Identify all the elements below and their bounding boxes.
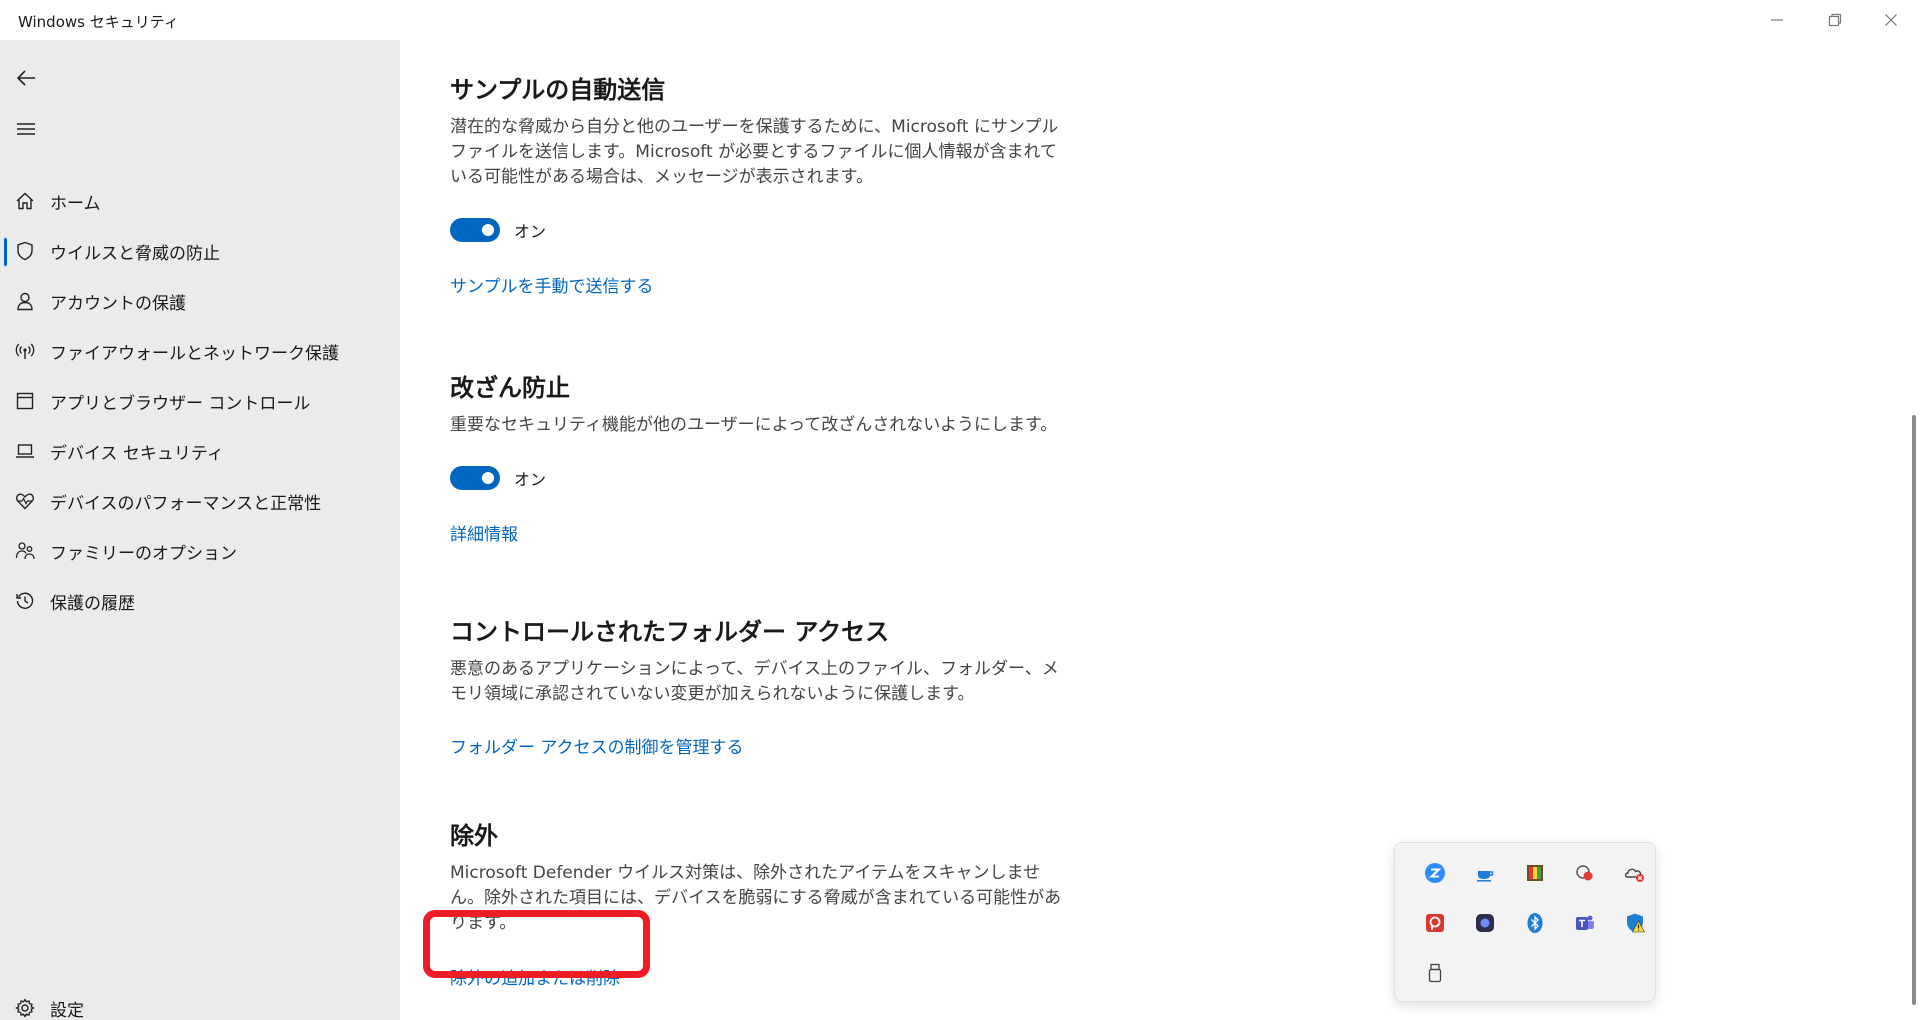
sidebar-item-label: 保護の履歴 <box>50 593 135 614</box>
tamper-protection-toggle[interactable] <box>450 466 500 490</box>
minimize-button[interactable] <box>1748 0 1806 40</box>
toggle-row: オン <box>450 466 1070 490</box>
controlled-folder-access-section: コントロールされたフォルダー アクセス 悪意のあるアプリケーションによって、デバ… <box>450 612 1070 758</box>
hamburger-icon <box>17 123 35 135</box>
tray-overflow-flyout <box>1394 842 1656 1002</box>
onedrive-error-icon[interactable] <box>1623 861 1647 885</box>
window-title: Windows セキュリティ <box>18 13 179 31</box>
history-icon <box>14 590 36 612</box>
submit-sample-manually-link[interactable]: サンプルを手動で送信する <box>450 272 654 297</box>
browser-window-icon <box>14 390 36 412</box>
teams-icon[interactable] <box>1573 911 1597 935</box>
app-icon[interactable] <box>1473 911 1497 935</box>
settings-label: 設定 <box>50 1000 84 1020</box>
sidebar-item-family-options[interactable]: ファミリーのオプション <box>0 526 400 576</box>
scrollbar[interactable] <box>1912 415 1916 1005</box>
sidebar-item-protection-history[interactable]: 保護の履歴 <box>0 576 400 626</box>
wireless-signal-icon <box>14 340 36 362</box>
shield-icon <box>14 240 36 262</box>
sidebar-item-virus-protection[interactable]: ウイルスと脅威の防止 <box>0 226 400 276</box>
laptop-icon <box>14 440 36 462</box>
camera-record-icon[interactable] <box>1573 861 1597 885</box>
title-bar: Windows セキュリティ <box>0 0 1920 40</box>
toggle-row: オン <box>450 218 1070 242</box>
home-icon <box>14 190 36 212</box>
section-description: 潜在的な脅威から自分と他のユーザーを保護するために、Microsoft にサンプ… <box>450 117 1059 187</box>
sidebar-item-label: ウイルスと脅威の防止 <box>50 243 220 264</box>
sidebar-item-label: ホーム <box>50 193 101 214</box>
sidebar: ホーム ウイルスと脅威の防止 アカウントの保護 ファイアウォールとネットワーク保… <box>0 40 400 1020</box>
powerpoint-icon[interactable] <box>1423 911 1447 935</box>
toggle-label: オン <box>514 222 547 241</box>
main-content: サンプルの自動送信 潜在的な脅威から自分と他のユーザーを保護するために、Micr… <box>400 40 1920 1020</box>
close-button[interactable] <box>1862 0 1920 40</box>
sidebar-item-firewall[interactable]: ファイアウォールとネットワーク保護 <box>0 326 400 376</box>
close-icon <box>1885 14 1897 26</box>
coffee-icon[interactable] <box>1473 861 1497 885</box>
section-description: 重要なセキュリティ機能が他のユーザーによって改ざんされないようにします。 <box>450 415 1058 435</box>
bluetooth-icon[interactable] <box>1523 911 1547 935</box>
family-icon <box>14 540 36 562</box>
sample-submission-section: サンプルの自動送信 潜在的な脅威から自分と他のユーザーを保護するために、Micr… <box>450 70 1070 297</box>
minimize-icon <box>1771 19 1783 21</box>
section-title: サンプルの自動送信 <box>450 76 666 104</box>
heart-pulse-icon <box>14 490 36 512</box>
person-icon <box>14 290 36 312</box>
menu-button[interactable] <box>12 115 40 143</box>
restore-button[interactable] <box>1806 0 1864 40</box>
sidebar-item-label: ファイアウォールとネットワーク保護 <box>50 343 339 364</box>
sidebar-item-label: ファミリーのオプション <box>50 543 237 564</box>
section-title: 除外 <box>450 822 498 850</box>
toggle-label: オン <box>514 470 547 489</box>
gear-icon <box>14 997 36 1019</box>
sample-submission-toggle[interactable] <box>450 218 500 242</box>
palette-icon[interactable] <box>1523 861 1547 885</box>
defender-warning-icon[interactable] <box>1623 911 1647 935</box>
sidebar-item-app-browser-control[interactable]: アプリとブラウザー コントロール <box>0 376 400 426</box>
section-title: コントロールされたフォルダー アクセス <box>450 618 890 646</box>
sidebar-item-label: アカウントの保護 <box>50 293 186 314</box>
section-title: 改ざん防止 <box>450 374 570 402</box>
sidebar-item-label: アプリとブラウザー コントロール <box>50 393 311 414</box>
restore-icon <box>1828 13 1842 27</box>
zoom-icon[interactable] <box>1423 861 1447 885</box>
manage-folder-access-link[interactable]: フォルダー アクセスの制御を管理する <box>450 733 744 758</box>
section-description: 悪意のあるアプリケーションによって、デバイス上のファイル、フォルダー、メモリ領域… <box>450 659 1059 704</box>
sidebar-item-device-performance[interactable]: デバイスのパフォーマンスと正常性 <box>0 476 400 526</box>
sidebar-item-settings[interactable]: 設定 <box>0 986 400 1020</box>
back-arrow-icon <box>16 70 35 86</box>
sidebar-item-label: デバイス セキュリティ <box>50 443 224 464</box>
tamper-protection-section: 改ざん防止 重要なセキュリティ機能が他のユーザーによって改ざんされないようにしま… <box>450 368 1070 545</box>
sidebar-item-device-security[interactable]: デバイス セキュリティ <box>0 426 400 476</box>
usb-icon[interactable] <box>1423 961 1447 985</box>
nav-list: ホーム ウイルスと脅威の防止 アカウントの保護 ファイアウォールとネットワーク保… <box>0 176 400 626</box>
sidebar-item-label: デバイスのパフォーマンスと正常性 <box>50 493 322 514</box>
back-button[interactable] <box>12 64 40 92</box>
learn-more-link[interactable]: 詳細情報 <box>450 520 518 545</box>
sidebar-item-account-protection[interactable]: アカウントの保護 <box>0 276 400 326</box>
highlight-annotation <box>423 910 650 978</box>
sidebar-item-home[interactable]: ホーム <box>0 176 400 226</box>
windows-security-window: Windows セキュリティ ホーム ウイルスと脅威の防止 アカウントの保護 フ… <box>0 0 1920 1020</box>
